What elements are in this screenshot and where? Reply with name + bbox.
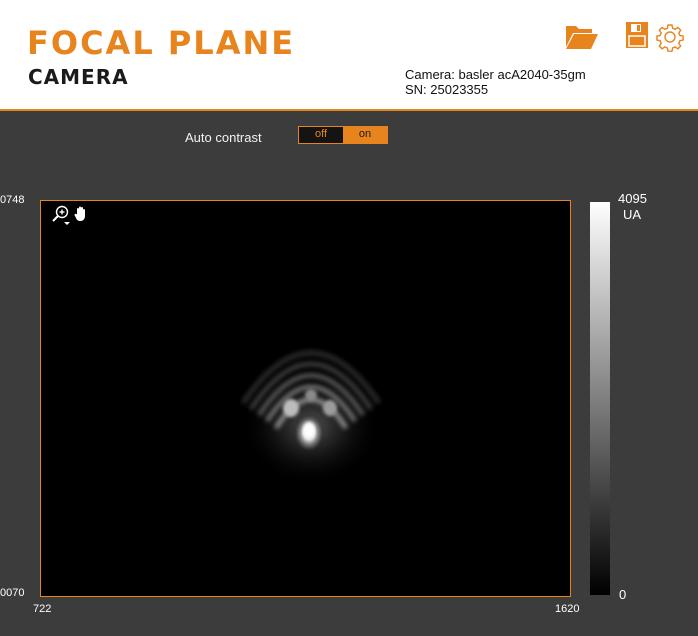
x-axis-min-label: 722 — [33, 603, 52, 615]
colorbar-unit-label: UA — [623, 207, 642, 222]
camera-info: Camera: basler acA2040-35gm SN: 25023355 — [405, 67, 586, 97]
pan-hand-icon[interactable] — [73, 205, 89, 228]
focal-spot-image — [240, 350, 382, 486]
folder-open-icon[interactable] — [565, 22, 599, 55]
gear-icon[interactable] — [655, 22, 685, 57]
header: FOCAL PLANE CAMERA Camera: basler acA204… — [0, 0, 698, 109]
auto-contrast-toggle[interactable]: off on — [298, 126, 388, 144]
toggle-on-option[interactable]: on — [343, 127, 387, 143]
toggle-off-option[interactable]: off — [299, 127, 343, 143]
colorbar-max-label: 4095 — [618, 191, 647, 206]
camera-image-view[interactable] — [40, 200, 571, 597]
camera-model-text: Camera: basler acA2040-35gm — [405, 67, 586, 82]
zoom-icon[interactable] — [51, 205, 71, 232]
app-title: FOCAL PLANE — [27, 24, 296, 62]
y-axis-min-label: 0070 — [0, 587, 25, 599]
intensity-colorbar — [590, 202, 610, 595]
colorbar-min-label: 0 — [619, 587, 627, 602]
x-axis-max-label: 1620 — [555, 603, 580, 615]
camera-panel: Auto contrast off on 0748 0070 722 1620 — [0, 111, 698, 636]
y-axis-max-label: 0748 — [0, 194, 25, 206]
save-icon[interactable] — [626, 22, 648, 53]
camera-serial-text: SN: 25023355 — [405, 82, 489, 97]
app-subtitle: CAMERA — [28, 65, 129, 89]
auto-contrast-label: Auto contrast — [185, 130, 262, 145]
